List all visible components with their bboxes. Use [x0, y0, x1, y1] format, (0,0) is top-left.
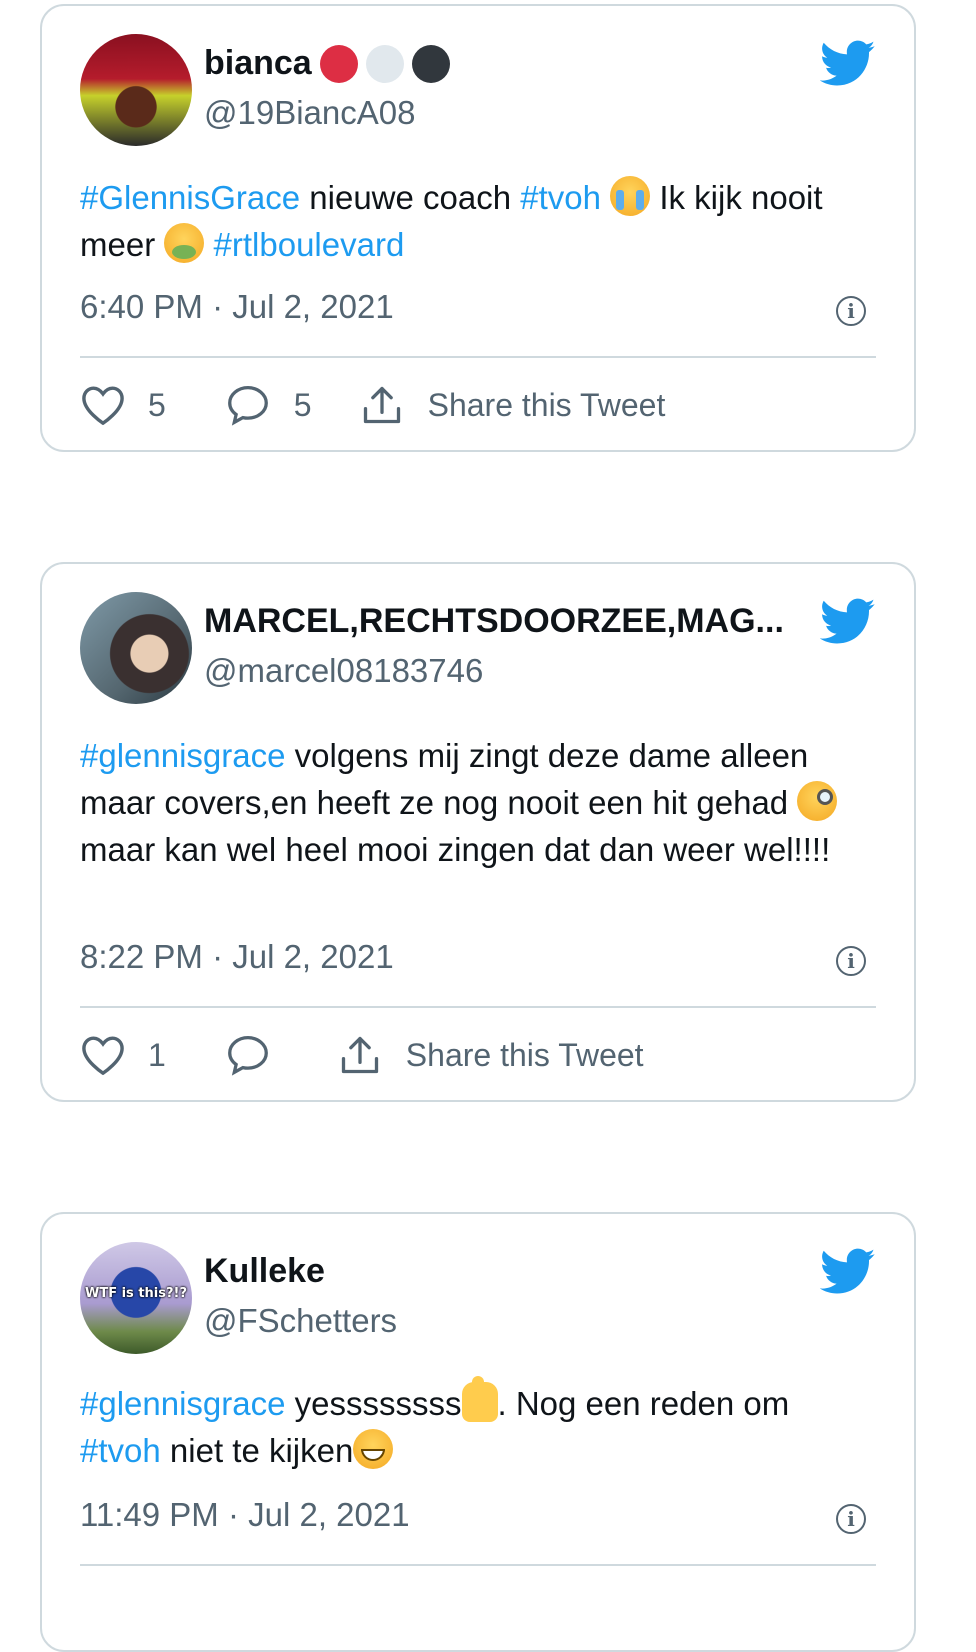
hashtag[interactable]: #tvoh: [80, 1432, 161, 1469]
speech-bubble-icon: [227, 386, 268, 426]
user-handle[interactable]: @marcel08183746: [204, 652, 483, 690]
share-button[interactable]: Share this Tweet: [338, 1034, 644, 1076]
heart-icon: [82, 386, 124, 426]
tweet-card[interactable]: WTF is this?!? Kulleke @FSchetters #glen…: [40, 1212, 916, 1652]
tweet-timestamp[interactable]: 6:40 PM · Jul 2, 2021: [80, 288, 394, 326]
text-span: niet te kijken: [160, 1432, 354, 1469]
black-circle-emoji: [411, 44, 450, 83]
avatar[interactable]: [80, 592, 192, 704]
tweet-timestamp[interactable]: 8:22 PM · Jul 2, 2021: [80, 938, 394, 976]
text-span: maar kan wel heel mooi zingen dat dan we…: [80, 831, 831, 868]
hashtag[interactable]: #rtlboulevard: [214, 226, 405, 263]
avatar-caption: WTF is this?!?: [84, 1286, 187, 1301]
share-icon: [363, 386, 400, 424]
hashtag[interactable]: #glennisgrace: [80, 737, 285, 774]
text-span: nieuwe coach: [300, 179, 521, 216]
share-icon: [341, 1036, 378, 1074]
info-icon[interactable]: i: [836, 296, 866, 326]
divider: [80, 1006, 876, 1008]
tweet-text: #glennisgrace yessssssss . Nog een reden …: [80, 1376, 876, 1474]
display-name[interactable]: bianca: [204, 44, 312, 83]
reply-count: 5: [293, 386, 312, 423]
twitter-bird-icon[interactable]: [820, 1248, 876, 1296]
user-handle[interactable]: @FSchetters: [204, 1302, 397, 1340]
share-label: Share this Tweet: [405, 1036, 644, 1073]
thumbs-up-emoji: [461, 1376, 498, 1422]
reply-button[interactable]: 5: [226, 384, 312, 426]
like-button[interactable]: 1: [80, 1034, 166, 1076]
speech-bubble-icon: [227, 1036, 268, 1076]
grinning-face-emoji: [353, 1429, 394, 1469]
like-count: 5: [148, 386, 166, 423]
white-circle-emoji: [365, 44, 404, 83]
display-name[interactable]: Kulleke: [204, 1252, 325, 1291]
face-with-monocle-emoji: [797, 781, 838, 821]
tweet-card[interactable]: bianca @19BiancA08 #GlennisGrace nieuwe …: [40, 4, 916, 452]
avatar[interactable]: [80, 34, 192, 146]
like-count: 1: [148, 1036, 166, 1073]
hashtag[interactable]: #tvoh: [520, 179, 601, 216]
text-span: yessssssss: [285, 1385, 462, 1422]
tweet-timestamp[interactable]: 11:49 PM · Jul 2, 2021: [80, 1496, 410, 1534]
divider: [80, 1564, 876, 1566]
share-button[interactable]: Share this Tweet: [360, 384, 666, 426]
like-button[interactable]: 5: [80, 384, 166, 426]
tweet-card[interactable]: MARCEL,RECHTSDOORZEE,MAG... @marcel08183…: [40, 562, 916, 1102]
twitter-bird-icon[interactable]: [820, 40, 876, 88]
reply-button[interactable]: [226, 1034, 270, 1076]
text-span: . Nog een reden om: [497, 1385, 790, 1422]
tweet-text: #GlennisGrace nieuwe coach #tvoh Ik kijk…: [80, 174, 876, 268]
info-icon[interactable]: i: [836, 946, 866, 976]
twitter-bird-icon[interactable]: [820, 598, 876, 646]
divider: [80, 356, 876, 358]
nauseated-face-emoji: [164, 223, 205, 263]
info-icon[interactable]: i: [836, 1504, 866, 1534]
loudly-crying-face-emoji: [610, 176, 651, 216]
user-handle[interactable]: @19BiancA08: [204, 94, 415, 132]
red-circle-emoji: [319, 44, 358, 83]
display-name[interactable]: MARCEL,RECHTSDOORZEE,MAG...: [204, 602, 784, 641]
tweet-text: #glennisgrace volgens mij zingt deze dam…: [80, 732, 876, 873]
avatar[interactable]: WTF is this?!?: [80, 1242, 192, 1354]
share-label: Share this Tweet: [427, 386, 666, 423]
hashtag[interactable]: #glennisgrace: [80, 1385, 285, 1422]
heart-icon: [82, 1036, 124, 1076]
hashtag[interactable]: #GlennisGrace: [80, 179, 300, 216]
